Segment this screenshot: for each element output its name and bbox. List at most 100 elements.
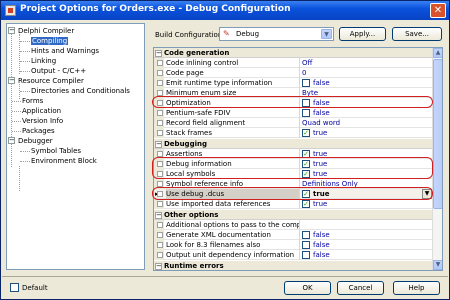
tree-item-compiling[interactable]: Compiling — [31, 36, 69, 46]
checkbox[interactable]: ✓ — [302, 190, 310, 198]
checkbox[interactable] — [302, 79, 310, 87]
property-row-additional-options[interactable]: Additional options to pass to the compil… — [154, 220, 433, 230]
property-value[interactable]: Definitions Only — [302, 179, 358, 189]
property-row-output-unit-dependency[interactable]: Output unit dependency information false — [154, 250, 433, 260]
expand-icon[interactable] — [157, 130, 163, 136]
tree-item-forms[interactable]: Forms — [22, 96, 43, 106]
tree-item-label: Resource Compiler — [18, 77, 84, 85]
category-label: Code generation — [164, 49, 230, 57]
tree-item-output-cpp[interactable]: Output - C/C++ — [31, 66, 86, 76]
collapse-icon[interactable]: − — [155, 50, 162, 57]
category-runtime-errors[interactable]: − Runtime errors — [154, 261, 433, 270]
checkbox[interactable]: ✓ — [302, 200, 310, 208]
expand-icon[interactable] — [157, 232, 163, 238]
property-row-code-page[interactable]: Code page 0 — [154, 68, 433, 78]
build-config-select[interactable]: ✎ Debug ▼ — [219, 27, 334, 41]
tree-item-symbol-tables[interactable]: Symbol Tables — [31, 146, 81, 156]
property-row-use-imported-data-references[interactable]: Use imported data references ✓ true — [154, 199, 433, 209]
checkbox[interactable] — [302, 251, 310, 259]
save-button[interactable]: Save... — [392, 27, 442, 41]
collapse-icon[interactable]: − — [8, 137, 15, 144]
expand-icon[interactable] — [157, 252, 163, 258]
expand-icon[interactable] — [157, 181, 163, 187]
property-name: Code page — [166, 68, 300, 78]
expand-icon[interactable] — [157, 60, 163, 66]
property-row-assertions[interactable]: Assertions ✓ true — [154, 149, 433, 159]
property-row-pentium-safe-fdiv[interactable]: Pentium-safe FDIV false — [154, 108, 433, 118]
apply-button[interactable]: Apply... — [339, 27, 386, 41]
expand-icon[interactable] — [157, 161, 163, 167]
property-value[interactable]: 0 — [302, 68, 306, 78]
collapse-icon[interactable]: − — [155, 141, 162, 148]
property-row-optimization[interactable]: Optimization false — [154, 98, 433, 108]
close-button[interactable]: ✕ — [430, 3, 446, 18]
scroll-down-icon[interactable]: ▼ — [433, 260, 442, 270]
property-row-look-for-83-filenames[interactable]: Look for 8.3 filenames also false — [154, 240, 433, 250]
checkbox[interactable] — [302, 109, 310, 117]
collapse-icon[interactable]: − — [8, 77, 15, 84]
checkbox[interactable] — [302, 231, 310, 239]
checkbox[interactable]: ✓ — [302, 150, 310, 158]
tree-item-application[interactable]: Application — [22, 106, 61, 116]
expand-icon[interactable] — [157, 171, 163, 177]
expand-icon[interactable] — [157, 70, 163, 76]
collapse-icon[interactable]: − — [155, 263, 162, 270]
ok-button[interactable]: OK — [284, 281, 331, 295]
property-row-code-inlining[interactable]: Code inlining control Off — [154, 58, 433, 68]
checkbox[interactable]: ✓ — [302, 170, 310, 178]
default-checkbox[interactable] — [10, 283, 19, 292]
expand-icon[interactable] — [157, 191, 163, 197]
expand-icon[interactable] — [157, 80, 163, 86]
checkbox[interactable]: ✓ — [302, 129, 310, 137]
checkbox[interactable]: ✓ — [302, 160, 310, 168]
property-value[interactable]: Byte — [302, 88, 318, 98]
cancel-button[interactable]: Cancel — [337, 281, 384, 295]
property-row-generate-xml-documentation[interactable]: Generate XML documentation false — [154, 230, 433, 240]
checkbox[interactable] — [302, 241, 310, 249]
help-button[interactable]: Help — [393, 281, 440, 295]
property-row-symbol-reference-info[interactable]: Symbol reference info Definitions Only — [154, 179, 433, 189]
collapse-icon[interactable]: − — [8, 27, 15, 34]
expand-icon[interactable] — [157, 201, 163, 207]
property-grid[interactable]: − Code generation Code inlining control … — [153, 47, 443, 271]
expand-icon[interactable] — [157, 222, 163, 228]
property-value[interactable]: Quad word — [302, 118, 340, 128]
property-value[interactable]: Off — [302, 58, 312, 68]
tree-item-directories-and-conditionals[interactable]: Directories and Conditionals — [31, 86, 130, 96]
category-code-generation[interactable]: − Code generation — [154, 48, 433, 58]
tree-item-hints-and-warnings[interactable]: Hints and Warnings — [31, 46, 99, 56]
tree-item-environment-block[interactable]: Environment Block — [31, 156, 97, 166]
options-tree[interactable]: − Delphi Compiler Compiling Hints and Wa… — [6, 23, 145, 270]
collapse-icon[interactable]: − — [155, 212, 162, 219]
category-label: Other options — [164, 211, 219, 219]
scrollbar-thumb[interactable] — [433, 59, 442, 209]
tree-item-packages[interactable]: Packages — [22, 126, 55, 136]
property-row-stack-frames[interactable]: Stack frames ✓ true — [154, 128, 433, 138]
property-value: true — [313, 150, 328, 158]
scroll-up-icon[interactable]: ▲ — [433, 48, 442, 58]
property-row-minimum-enum-size[interactable]: Minimum enum size Byte — [154, 88, 433, 98]
property-row-local-symbols[interactable]: Local symbols ✓ true — [154, 169, 433, 179]
tree-item-linking[interactable]: Linking — [31, 56, 56, 66]
expand-icon[interactable] — [157, 100, 163, 106]
expand-icon[interactable] — [157, 242, 163, 248]
vertical-scrollbar[interactable]: ▲ ▼ — [432, 48, 442, 270]
expand-icon[interactable] — [157, 151, 163, 157]
property-row-emit-rtti[interactable]: Emit runtime type information false — [154, 78, 433, 88]
property-value: true — [313, 190, 330, 198]
checkbox[interactable] — [302, 99, 310, 107]
title-bar[interactable]: Project Options for Orders.exe - Debug C… — [1, 1, 449, 20]
category-other-options[interactable]: − Other options — [154, 210, 433, 220]
property-row-use-debug-dcus[interactable]: ▸ Use debug .dcus ✓ true ▼ — [154, 189, 433, 199]
expand-icon[interactable] — [157, 110, 163, 116]
expand-icon[interactable] — [157, 120, 163, 126]
property-name: Assertions — [166, 149, 300, 159]
tree-item-version-info[interactable]: Version Info — [22, 116, 63, 126]
chevron-down-icon[interactable]: ▼ — [321, 29, 332, 39]
footer-divider — [2, 276, 448, 277]
property-row-record-field-alignment[interactable]: Record field alignment Quad word — [154, 118, 433, 128]
chevron-down-icon[interactable]: ▼ — [422, 189, 432, 199]
expand-icon[interactable] — [157, 90, 163, 96]
category-debugging[interactable]: − Debugging — [154, 139, 433, 149]
property-row-debug-information[interactable]: Debug information ✓ true — [154, 159, 433, 169]
